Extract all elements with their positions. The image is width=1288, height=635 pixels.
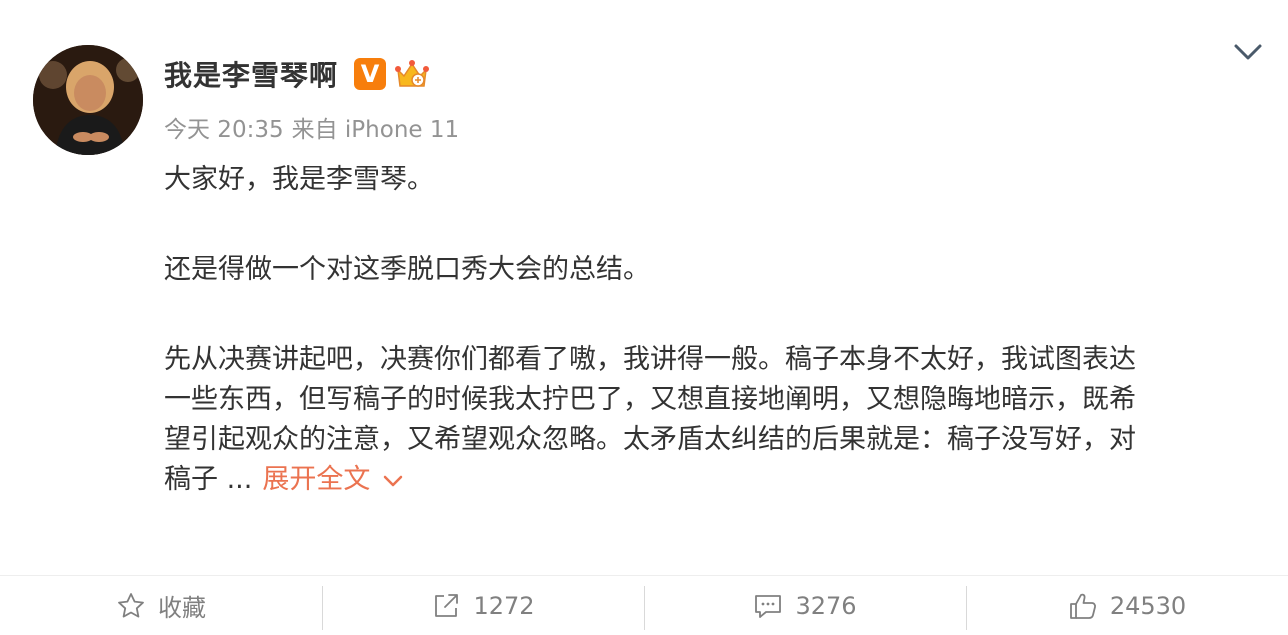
like-count: 24530 [1109,591,1187,620]
truncated-text: 稿子 ... [164,464,253,495]
chevron-down-icon[interactable] [1232,38,1264,66]
paragraph-summary-intro: 还是得做一个对这季脱口秀大会的总结。 [164,254,650,285]
text-line: 先从决赛讲起吧，决赛你们都看了嗷，我讲得一般。稿子本身不太好，我试图表达 [164,344,1136,375]
comment-icon [755,594,782,618]
text-line: 一些东西，但写稿子的时候我太拧巴了，又想直接地阐明，又想隐晦地暗示，既希 [164,384,1136,415]
paragraph-greeting: 大家好，我是李雪琴。 [164,164,434,195]
crown-member-icon[interactable] [394,56,430,92]
action-toolbar: 收藏 1272 3276 24530 [0,575,1288,635]
expand-chevron-icon[interactable] [382,474,404,488]
post-source: 来自 iPhone 11 [291,117,460,143]
repost-icon [435,593,459,617]
comment-count: 3276 [795,591,857,620]
weibo-post: 我是李雪琴啊 V 今天 20:35 来自 iPhone 11 大家好，我是李雪琴… [0,0,1288,634]
name-row: 我是李雪琴啊 V [164,52,430,96]
user-name[interactable]: 我是李雪琴啊 [164,54,338,94]
avatar[interactable] [33,45,143,155]
text-line: 望引起观众的注意，又希望观众忽略。太矛盾太纠结的后果就是：稿子没写好，对 [164,424,1136,455]
post-time[interactable]: 今天 20:35 [164,110,284,144]
avatar-image [33,45,143,155]
post-content: 大家好，我是李雪琴。 还是得做一个对这季脱口秀大会的总结。 先从决赛讲起吧，决赛… [164,160,1256,500]
text-line-last: 稿子 ... 展开全文 [164,460,1256,500]
expand-full-text-link[interactable]: 展开全文 [262,464,370,495]
favorite-label: 收藏 [158,594,206,622]
like-button[interactable]: 24530 [966,576,1288,635]
paragraph-final-review: 先从决赛讲起吧，决赛你们都看了嗷，我讲得一般。稿子本身不太好，我试图表达 一些东… [164,340,1256,500]
comment-button[interactable]: 3276 [644,576,966,635]
favorite-button[interactable]: 收藏 [0,576,322,635]
thumbs-up-icon [1069,593,1096,619]
repost-count: 1272 [473,591,535,620]
repost-button[interactable]: 1272 [322,576,644,635]
star-icon [118,592,144,617]
post-meta: 今天 20:35 来自 iPhone 11 [164,110,459,144]
verified-badge-icon[interactable]: V [354,58,387,90]
